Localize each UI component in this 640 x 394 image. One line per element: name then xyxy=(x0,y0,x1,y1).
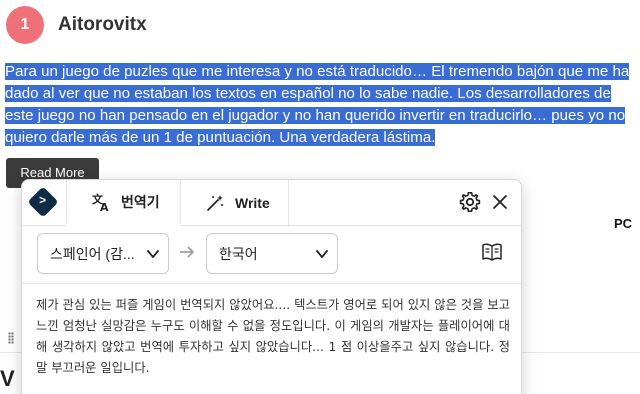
drag-handle-icon[interactable] xyxy=(8,332,14,344)
svg-text:A: A xyxy=(100,201,109,212)
tab-write[interactable]: Write xyxy=(181,180,289,226)
translation-output[interactable]: 제가 관심 있는 퍼즐 게임이 번역되지 않았어요.... 텍스트가 영어로 되… xyxy=(36,295,510,379)
selected-review-text[interactable]: Para un juego de puzles que me interesa … xyxy=(5,63,630,146)
review-text[interactable]: Para un juego de puzles que me interesa … xyxy=(5,61,635,149)
settings-gear-icon[interactable] xyxy=(459,191,481,218)
rank-badge: 1 xyxy=(6,6,44,44)
target-language-value: 한국어 xyxy=(219,245,258,262)
magic-wand-icon xyxy=(205,193,225,213)
reviewer-name[interactable]: Aitorovitx xyxy=(58,14,147,36)
popup-header: > 文A 번역기 Write xyxy=(22,180,521,226)
divider xyxy=(22,283,521,284)
platform-label: PC xyxy=(614,216,633,231)
translate-icon: 文A xyxy=(91,192,111,212)
glossary-book-icon[interactable] xyxy=(481,242,503,267)
source-language-value: 스페인어 (감... xyxy=(50,245,135,262)
deepl-logo-icon[interactable]: > xyxy=(27,186,59,218)
translator-popup: > 文A 번역기 Write 스페인어 (감... 한국어 제가 관심 있는 퍼… xyxy=(21,179,522,394)
target-language-select[interactable]: 한국어 xyxy=(206,233,338,274)
chevron-down-icon xyxy=(146,247,160,264)
source-language-select[interactable]: 스페인어 (감... xyxy=(37,233,169,274)
partial-heading: V xyxy=(0,366,15,391)
arrow-right-icon xyxy=(178,243,196,266)
tab-translator[interactable]: 文A 번역기 xyxy=(66,180,181,226)
close-icon[interactable] xyxy=(491,193,509,216)
tab-label: Write xyxy=(235,195,270,211)
tab-label: 번역기 xyxy=(121,194,160,210)
chevron-down-icon xyxy=(315,247,329,264)
